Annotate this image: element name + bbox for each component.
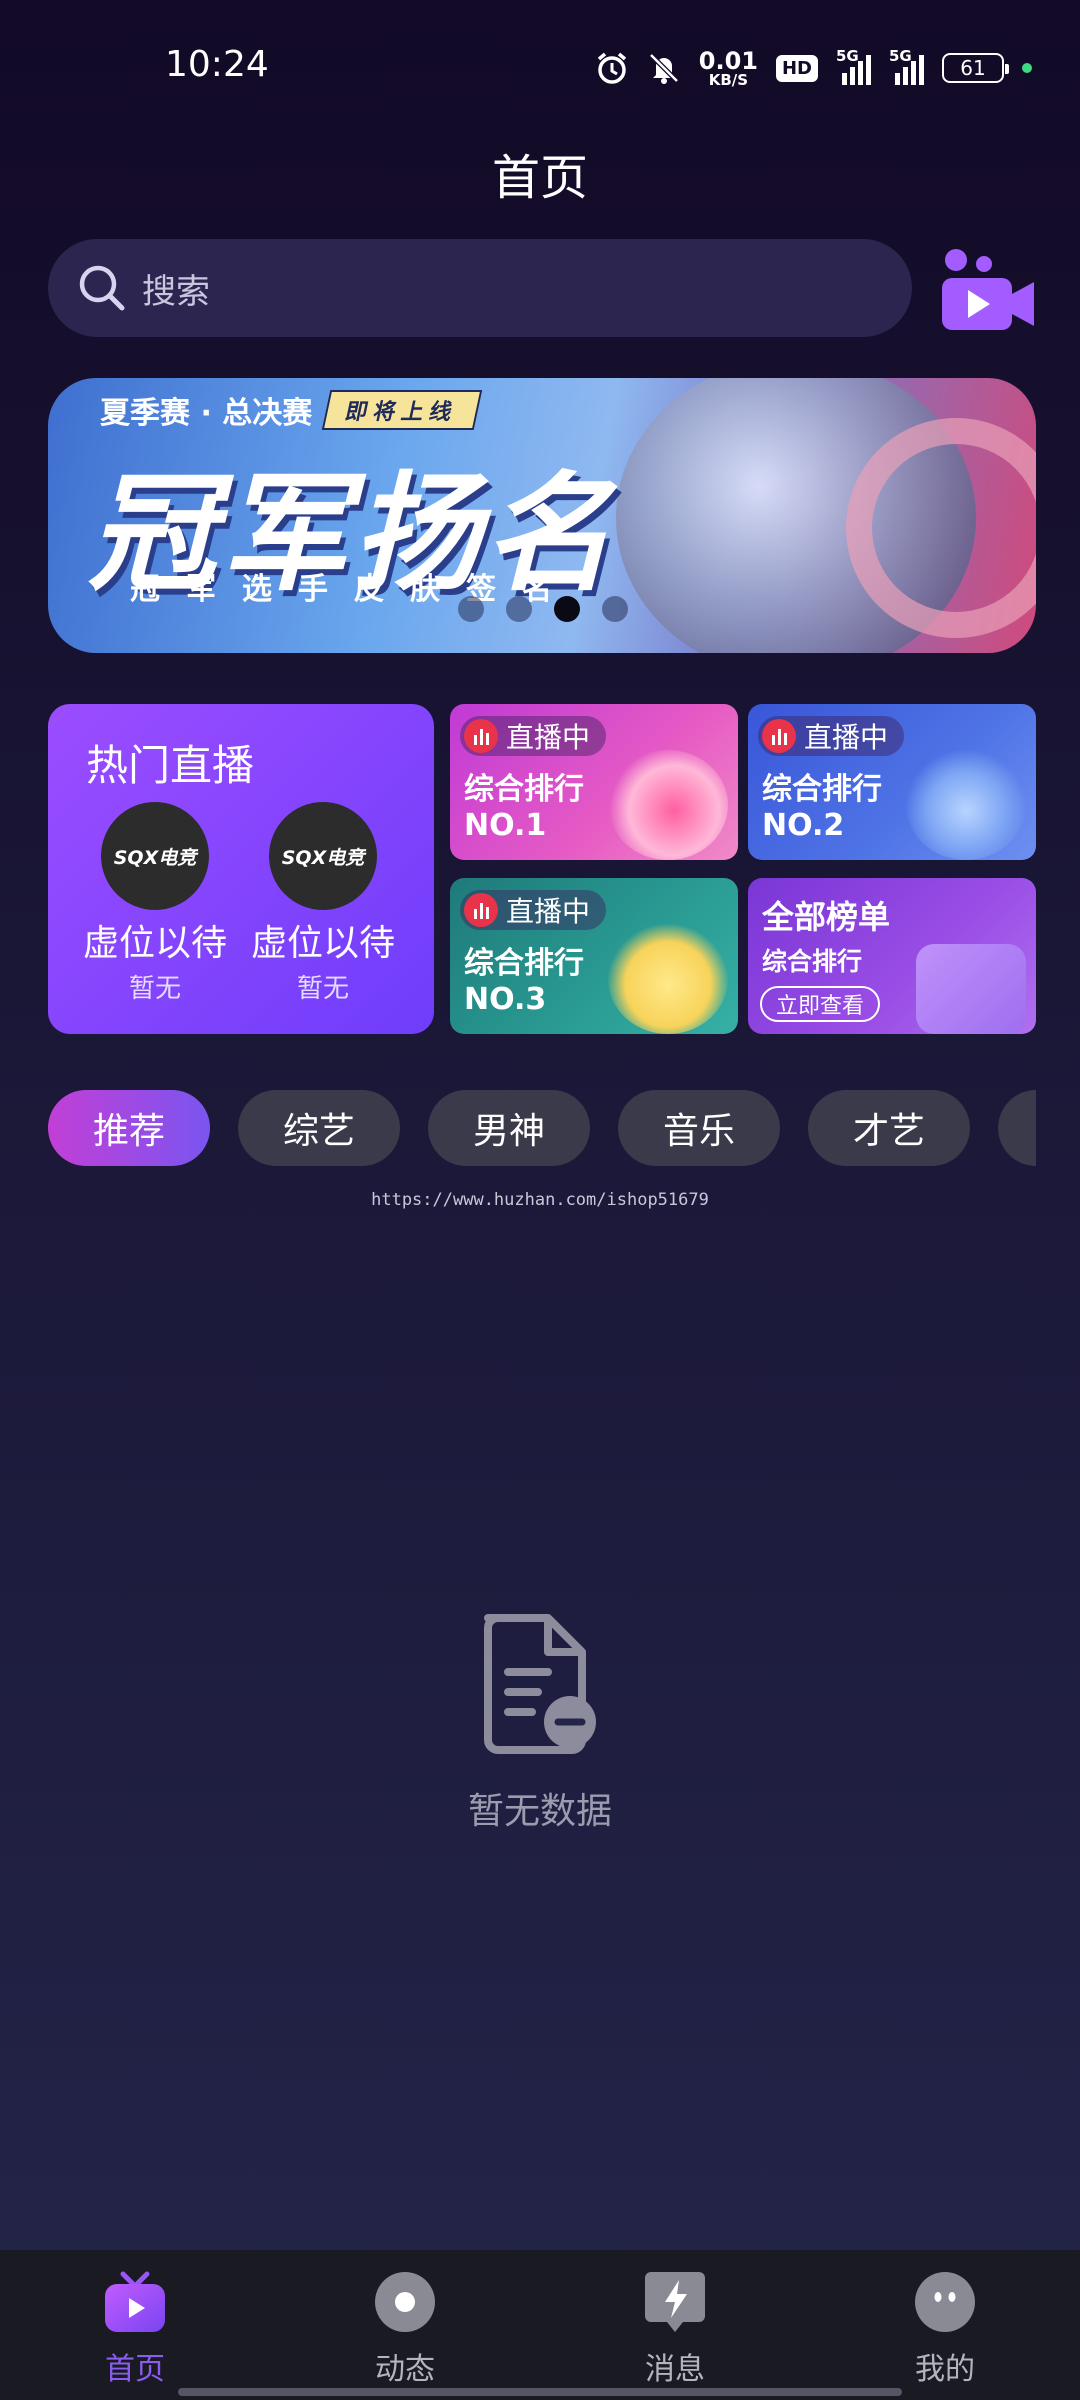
hot-live-title: 热门直播: [86, 741, 255, 790]
watermark-url: https://www.huzhan.com/ishop51679: [371, 1190, 709, 1210]
banner-pagination: [458, 596, 628, 622]
category-tab[interactable]: 推荐: [48, 1090, 210, 1166]
nav-item-home[interactable]: 首页: [0, 2250, 270, 2400]
nav-item-feed[interactable]: 动态: [270, 2250, 540, 2400]
nav-label: 消息: [645, 2352, 705, 2387]
nav-label: 动态: [375, 2352, 435, 2387]
nav-item-profile[interactable]: 我的: [810, 2250, 1080, 2400]
anchor-sub: 暂无: [128, 974, 181, 1004]
net-speed: 0.01 KB/S: [699, 49, 758, 88]
category-tab[interactable]: 男神: [428, 1090, 590, 1166]
signal1-label: 5G: [836, 47, 859, 65]
category-tab[interactable]: 音乐: [618, 1090, 780, 1166]
search-icon: [79, 265, 125, 311]
mute-bell-icon: [647, 51, 681, 85]
empty-document-icon: [484, 1614, 596, 1754]
category-tab[interactable]: 综艺: [238, 1090, 400, 1166]
category-tab[interactable]: 才艺: [808, 1090, 970, 1166]
anchor-name: 虚位以待: [250, 923, 395, 964]
home-indicator[interactable]: [178, 2388, 902, 2396]
rank-number: NO.1: [464, 808, 547, 843]
rank-card-3[interactable]: 直播中 综合排行 NO.3: [450, 878, 738, 1034]
avatar: SQX电竞: [101, 802, 209, 910]
view-now-button[interactable]: 立即查看: [760, 986, 881, 1022]
hot-live-card[interactable]: 热门直播 SQX电竞 虚位以待 暂无 SQX电竞 虚位以待 暂无: [48, 704, 434, 1034]
nav-item-messages[interactable]: 消息: [540, 2250, 810, 2400]
status-time: 10:24: [165, 44, 269, 85]
anchor-name: 虚位以待: [82, 923, 227, 964]
live-badge-label: 直播中: [506, 895, 591, 928]
empty-state-text: 暂无数据: [467, 1791, 612, 1832]
pagination-dot[interactable]: [602, 596, 628, 622]
hd-badge: HD: [775, 54, 818, 82]
live-badge: 直播中: [460, 716, 607, 756]
rank-card-2[interactable]: 直播中 综合排行 NO.2: [748, 704, 1036, 860]
avatar: SQX电竞: [269, 802, 377, 910]
all-ranks-sub: 综合排行: [762, 947, 863, 976]
search-placeholder: 搜索: [142, 271, 210, 312]
face-icon: [915, 2272, 975, 2332]
anchor-sub: 暂无: [296, 974, 349, 1004]
status-bar: 10:24 0.01 KB/S HD 5G 5G 61: [0, 0, 1080, 130]
promo-banner[interactable]: 夏季赛 · 总决赛 即将上线 冠军扬名 冠军选手皮肤签名: [48, 378, 1036, 653]
rank-title: 综合排行: [464, 946, 584, 981]
live-badge: 直播中: [460, 890, 607, 930]
page-title: 首页: [491, 150, 588, 206]
live-bars-icon: [464, 893, 498, 927]
live-badge-label: 直播中: [804, 721, 889, 754]
banner-top-line: 夏季赛 · 总决赛 即将上线: [100, 388, 483, 432]
tv-icon: [105, 2271, 165, 2332]
rank-card-1[interactable]: 直播中 综合排行 NO.1: [450, 704, 738, 860]
heart-shield-icon: [906, 750, 1026, 860]
category-tabs: 推荐 综艺 男神 音乐 才艺: [48, 1090, 1036, 1168]
rank-title: 综合排行: [464, 772, 584, 807]
rank-number: NO.2: [762, 808, 845, 843]
rank-number: NO.3: [464, 982, 547, 1017]
category-tab[interactable]: [998, 1090, 1036, 1166]
status-icons: 0.01 KB/S HD 5G 5G 61: [595, 44, 1032, 92]
pagination-dot[interactable]: [506, 596, 532, 622]
banner-event: 夏季赛 · 总决赛: [100, 396, 313, 431]
record-icon: [375, 2272, 435, 2332]
nav-label: 首页: [105, 2352, 165, 2387]
live-badge-label: 直播中: [506, 721, 591, 754]
net-speed-value: 0.01: [698, 46, 758, 75]
live-bars-icon: [464, 719, 498, 753]
anchor-slot-1[interactable]: SQX电竞 虚位以待 暂无: [80, 802, 230, 1005]
emoji-face-icon: [608, 924, 728, 1034]
live-badge: 直播中: [758, 716, 905, 756]
all-ranks-card[interactable]: 全部榜单 综合排行 立即查看: [748, 878, 1036, 1034]
go-live-camera-button[interactable]: [940, 246, 1036, 334]
alarm-icon: [595, 51, 629, 85]
bottom-nav: 首页 动态 消息 我的: [0, 2250, 1080, 2400]
live-bars-icon: [762, 719, 796, 753]
anchor-slot-2[interactable]: SQX电竞 虚位以待 暂无: [248, 802, 398, 1005]
lightning-chat-icon: [645, 2272, 705, 2332]
search-bar[interactable]: 搜索: [48, 239, 912, 337]
privacy-dot: [1022, 63, 1032, 73]
all-ranks-title: 全部榜单: [762, 898, 891, 936]
nav-label: 我的: [915, 2352, 975, 2387]
signal-icon-2: 5G: [889, 47, 924, 85]
pagination-dot[interactable]: [458, 596, 484, 622]
signal2-label: 5G: [889, 47, 912, 65]
net-speed-unit: KB/S: [708, 70, 749, 89]
camera-3d-icon: [916, 944, 1026, 1034]
video-camera-icon: [942, 249, 1034, 330]
pagination-dot[interactable]: [554, 596, 580, 622]
battery-icon: 61: [942, 53, 1009, 83]
banner-tag: 即将上线: [322, 390, 483, 430]
rank-title: 综合排行: [762, 772, 882, 807]
heart-bunny-icon: [608, 750, 728, 860]
signal-icon-1: 5G: [836, 47, 871, 85]
